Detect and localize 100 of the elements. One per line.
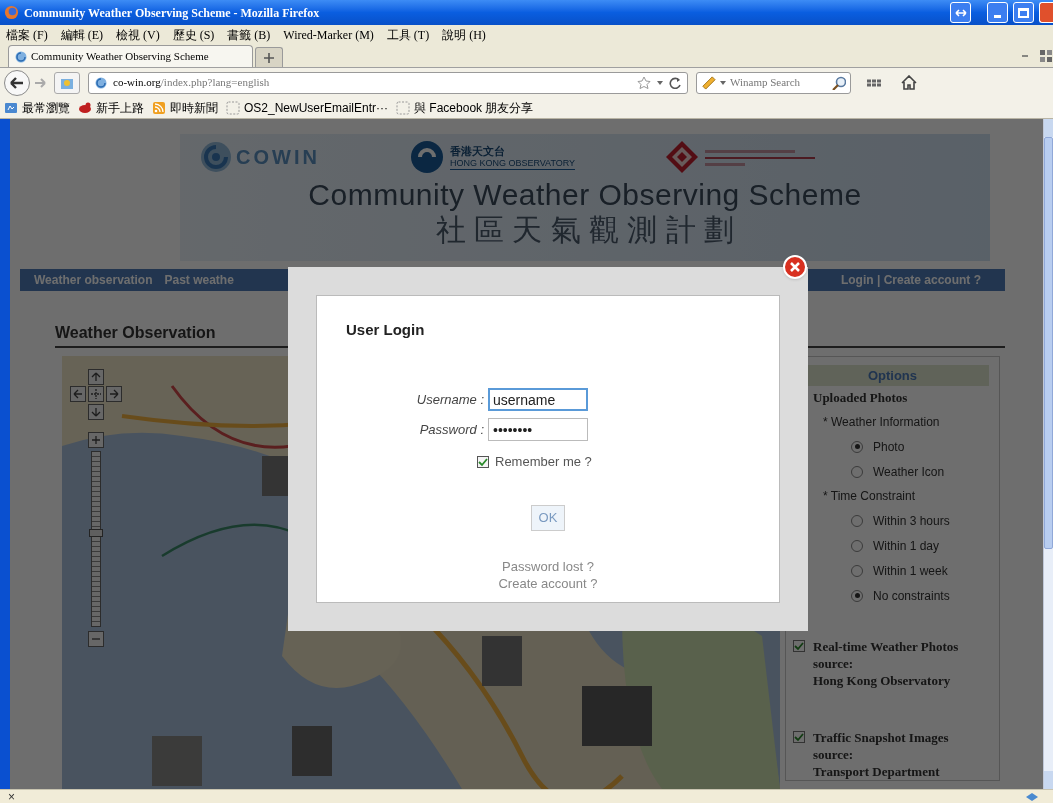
tab-grid-icon[interactable] xyxy=(1040,50,1052,62)
source-name: Transport Department xyxy=(813,763,941,780)
bookmark-item[interactable]: 最常瀏覽 xyxy=(4,98,70,117)
search-engine-icon[interactable] xyxy=(701,75,716,90)
pan-up-button[interactable] xyxy=(88,369,104,385)
folder-icon xyxy=(4,100,18,115)
menu-item[interactable]: 檔案 (F) xyxy=(6,25,48,44)
star-icon[interactable] xyxy=(637,75,651,90)
logo-text: COWIN xyxy=(236,145,320,170)
bookmark-item[interactable]: 即時新聞 xyxy=(152,98,218,117)
close-button[interactable] xyxy=(1039,2,1053,23)
checkbox[interactable] xyxy=(793,731,805,743)
radio-label: Weather Icon xyxy=(873,463,945,481)
forward-button[interactable] xyxy=(34,76,46,89)
up-arrow-icon xyxy=(91,372,101,382)
search-bar[interactable]: Winamp Search xyxy=(696,71,851,94)
double-arrow-icon xyxy=(954,7,967,18)
checkbox-label: Remember me ? xyxy=(495,453,592,471)
left-arrow-icon xyxy=(10,75,24,90)
source-title: Traffic Snapshot Images xyxy=(813,729,949,746)
pan-center-button[interactable] xyxy=(88,386,104,402)
blank-page-icon xyxy=(396,100,411,115)
source-name: Hong Kong Observatory xyxy=(813,672,952,689)
caret-icon[interactable] xyxy=(720,80,726,85)
swirl-logo-icon xyxy=(200,141,232,173)
menu-item[interactable]: 書籤 (B) xyxy=(227,25,271,44)
zoom-in-button[interactable] xyxy=(88,432,104,448)
pan-down-button[interactable] xyxy=(88,404,104,420)
home-icon[interactable] xyxy=(901,74,917,91)
source-title: Real-time Weather Photos xyxy=(813,638,959,655)
reload-icon[interactable] xyxy=(669,76,681,89)
diamond-logo-icon xyxy=(665,140,700,174)
logo-text: HONG KONG OBSERVATORY xyxy=(449,157,576,169)
source-label: source: xyxy=(813,746,855,763)
plus-icon xyxy=(264,52,274,63)
address-field[interactable]: co-win.org/index.php?lang=english xyxy=(88,71,688,94)
feed-icon xyxy=(152,100,166,115)
radio-label: Within 3 hours xyxy=(873,512,950,530)
plus-icon xyxy=(91,435,101,445)
checkbox[interactable] xyxy=(477,455,489,468)
search-field[interactable]: Winamp Search xyxy=(730,74,828,91)
new-tab-button[interactable] xyxy=(255,47,283,67)
right-arrow-icon xyxy=(109,389,119,399)
logo-text: 香港天文台 xyxy=(449,144,506,158)
field-label: Username : xyxy=(415,390,485,409)
search-icon[interactable] xyxy=(832,75,846,90)
addon-icon[interactable] xyxy=(1025,791,1039,802)
radio-label: No constraints xyxy=(873,587,950,605)
group-label: * Weather Information xyxy=(823,414,941,431)
radio-label: Within 1 week xyxy=(873,562,948,580)
bookmark-item[interactable]: 新手上路 xyxy=(78,98,144,117)
password-field[interactable]: •••••••• xyxy=(488,418,588,441)
expand-button[interactable] xyxy=(950,2,971,23)
url-text: co-win.org/index.php?lang=english xyxy=(113,75,271,91)
grid-icon[interactable] xyxy=(867,78,881,87)
blank-page-icon xyxy=(226,100,240,115)
radio-button[interactable] xyxy=(851,539,863,552)
menu-item[interactable]: 工具 (T) xyxy=(386,25,430,44)
site-title: Community Weather Observing Scheme xyxy=(308,178,862,212)
maximize-button[interactable] xyxy=(1013,2,1034,23)
menu-item[interactable]: Wired-Marker (M) xyxy=(283,25,374,44)
pan-right-button[interactable] xyxy=(106,386,122,402)
left-arrow-icon xyxy=(73,389,83,399)
check-icon xyxy=(794,641,804,651)
bookmark-item[interactable]: 與 Facebook 朋友分享 xyxy=(396,98,534,117)
bookmark-item[interactable]: OS2_NewUserEmailEntr··· xyxy=(226,98,389,117)
dialog-link[interactable]: Create account ? xyxy=(498,574,598,592)
radio-button[interactable] xyxy=(851,514,863,527)
username-field[interactable]: username xyxy=(488,388,588,411)
menu-item[interactable]: 編輯 (E) xyxy=(60,25,103,44)
options-heading: Uploaded Photos xyxy=(813,389,909,408)
slider-thumb[interactable] xyxy=(89,529,103,537)
minimize-button[interactable] xyxy=(987,2,1008,23)
checkbox[interactable] xyxy=(793,640,805,652)
firefox-icon xyxy=(4,5,19,20)
down-arrow-icon xyxy=(91,407,101,417)
swirl-icon xyxy=(15,50,27,63)
menu-item[interactable]: 說明 (H) xyxy=(442,25,486,44)
radio-button[interactable] xyxy=(851,564,863,577)
observatory-logo-icon xyxy=(409,140,444,174)
dialog-link[interactable]: Password lost ? xyxy=(502,557,594,575)
pan-left-button[interactable] xyxy=(70,386,86,402)
close-icon xyxy=(789,261,801,273)
caret-icon[interactable] xyxy=(657,80,663,85)
dash-icon[interactable] xyxy=(1022,53,1028,59)
radio-button[interactable] xyxy=(851,589,863,602)
dialog-title: User Login xyxy=(346,320,426,340)
back-button[interactable] xyxy=(4,69,30,96)
tab[interactable]: Community Weather Observing Scheme xyxy=(8,45,253,67)
zoom-slider[interactable] xyxy=(91,451,101,627)
bookmark-page-button[interactable] xyxy=(54,71,80,94)
menu-item[interactable]: 檢視 (V) xyxy=(116,25,160,44)
check-icon xyxy=(478,456,488,467)
radio-button[interactable] xyxy=(851,465,863,478)
radio-label: Within 1 day xyxy=(873,537,940,555)
scrollbar[interactable] xyxy=(1043,119,1053,789)
zoom-out-button[interactable] xyxy=(88,631,104,647)
menu-item[interactable]: 歷史 (S) xyxy=(172,25,215,44)
radio-button[interactable] xyxy=(851,440,863,453)
crosshair-icon xyxy=(91,389,101,399)
